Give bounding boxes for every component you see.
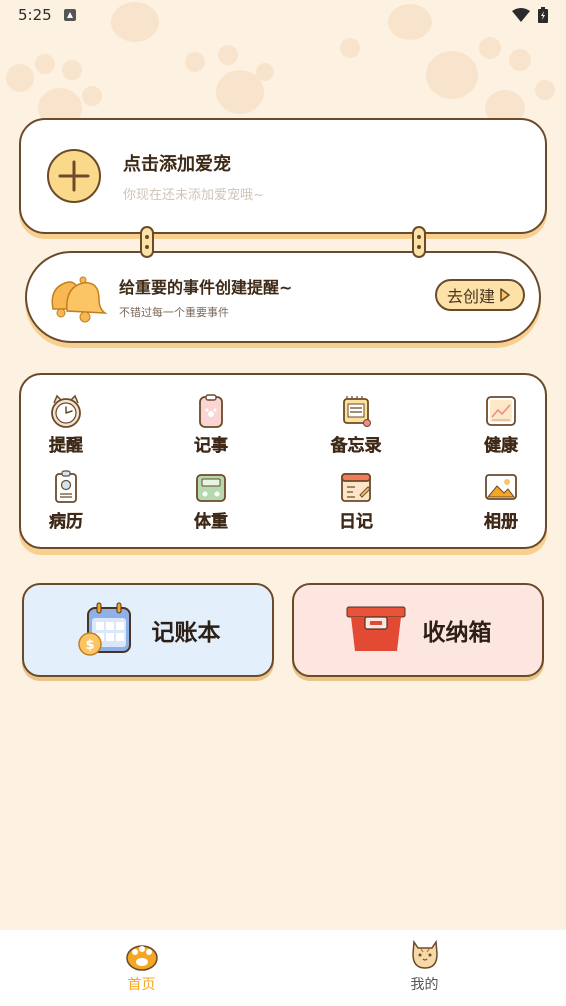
ledger-calendar-icon: $ (77, 602, 131, 656)
tab-mine-label: 我的 (410, 977, 439, 993)
plus-icon (58, 160, 90, 192)
notification-icon (63, 9, 76, 21)
feature-medical-record-label: 病历 (49, 512, 83, 532)
reminder-card[interactable]: 给重要的事件创建提醒~ 不错过每一个重要事件 去创建 (25, 251, 541, 343)
feature-diary[interactable]: 日记 (316, 469, 396, 535)
wifi-icon (512, 8, 530, 22)
status-time: 5:25 (18, 6, 52, 24)
battery-icon (538, 7, 548, 23)
clock-icon (51, 394, 81, 428)
card-connector-left (140, 226, 154, 258)
bottom-tab-bar: 首页 我的 (0, 930, 566, 1006)
svg-text:$: $ (85, 638, 94, 653)
feature-reminder-label: 提醒 (49, 436, 83, 456)
add-pet-button[interactable] (47, 149, 101, 203)
feature-health-label: 健康 (484, 436, 518, 456)
tab-home[interactable]: 首页 (0, 930, 283, 1006)
feature-notes[interactable]: 记事 (171, 393, 251, 459)
feature-notes-label: 记事 (194, 436, 228, 456)
medical-record-icon (55, 470, 77, 503)
feature-weight[interactable]: 体重 (171, 469, 251, 535)
ledger-label: 记账本 (151, 620, 221, 646)
add-pet-subtitle: 你现在还未添加爱宠哦~ (123, 187, 264, 203)
storage-label: 收纳箱 (422, 620, 492, 646)
cat-icon (411, 939, 438, 969)
create-reminder-button[interactable]: 去创建 (434, 279, 525, 311)
status-bar: 5:25 (0, 0, 566, 30)
paw-icon (125, 945, 158, 971)
tab-mine[interactable]: 我的 (283, 930, 566, 1006)
feature-medical-record[interactable]: 病历 (26, 469, 106, 535)
feature-health[interactable]: 健康 (461, 393, 541, 459)
feature-memo-label: 备忘录 (330, 436, 382, 456)
tab-home-label: 首页 (127, 977, 156, 993)
feature-memo[interactable]: 备忘录 (316, 393, 396, 459)
feature-album-label: 相册 (484, 512, 518, 532)
ledger-tile[interactable]: $ 记账本 (22, 583, 274, 677)
clipboard-icon (199, 394, 223, 428)
feature-weight-label: 体重 (194, 512, 228, 532)
diary-icon (341, 473, 371, 502)
bell-icon (51, 276, 107, 323)
photo-icon (485, 474, 517, 500)
add-pet-title: 点击添加爱宠 (123, 153, 231, 175)
create-reminder-label: 去创建 (446, 287, 495, 306)
chart-icon (486, 396, 516, 426)
feature-grid: 提醒 记事 备忘录 健康 病历 体重 日记 相册 (19, 373, 547, 549)
storage-box-icon (346, 606, 405, 651)
scale-icon (196, 474, 226, 502)
feature-diary-label: 日记 (339, 512, 373, 532)
memo-icon (343, 396, 371, 427)
storage-tile[interactable]: 收纳箱 (292, 583, 544, 677)
play-arrow-icon (500, 288, 510, 302)
add-pet-card[interactable]: 点击添加爱宠 你现在还未添加爱宠哦~ (19, 118, 547, 234)
card-connector-right (412, 226, 426, 258)
feature-reminder[interactable]: 提醒 (26, 393, 106, 459)
reminder-subtitle: 不错过每一个重要事件 (119, 306, 229, 319)
reminder-title: 给重要的事件创建提醒~ (119, 278, 293, 297)
feature-album[interactable]: 相册 (461, 469, 541, 535)
